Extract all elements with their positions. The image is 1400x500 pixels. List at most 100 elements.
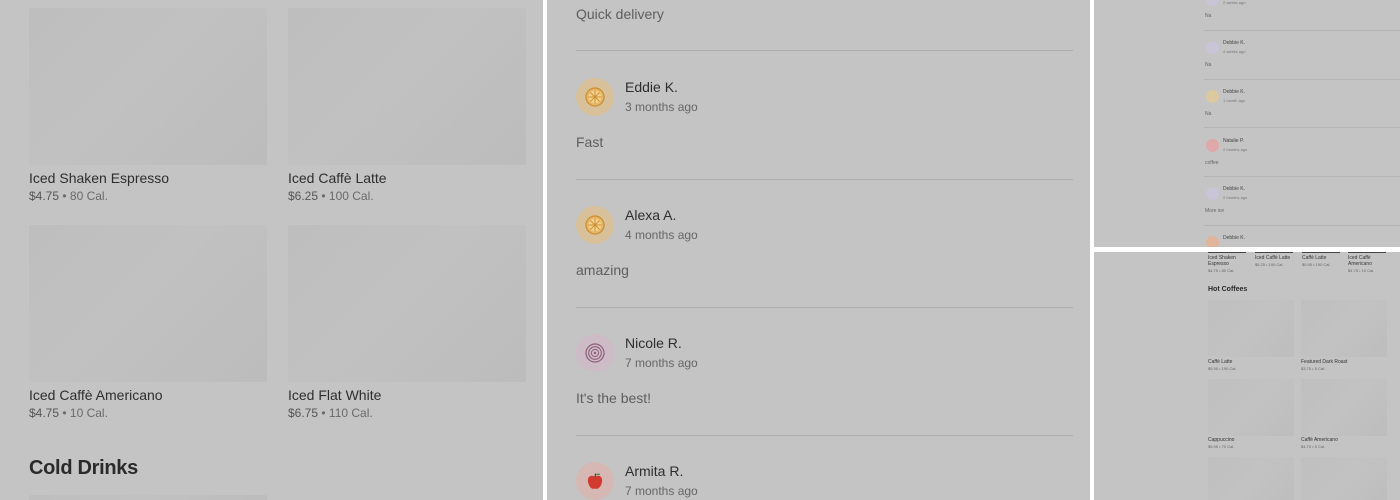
- item-meta: $5.95 • 70 Cal.: [1208, 444, 1235, 449]
- item-image[interactable]: [1301, 457, 1387, 500]
- review-text: Fast: [576, 134, 604, 150]
- reviewer-name: Natalie P.: [1223, 138, 1245, 144]
- review-text: More ice: [1205, 208, 1225, 214]
- reviewer-avatar: [576, 78, 614, 116]
- item-image-edge: [1208, 252, 1246, 253]
- reviewer-avatar: [576, 334, 614, 372]
- item-meta: $4.75 • 5 Cal.: [1301, 444, 1326, 449]
- item-image-edge: [1302, 252, 1340, 253]
- item-separator: •: [59, 189, 70, 203]
- item-meta: $6.75 • 110 Cal.: [288, 406, 373, 420]
- item-image[interactable]: [288, 225, 526, 382]
- review-text: Quick delivery: [576, 6, 664, 22]
- mini-menu-panel: Iced Shaken Espresso $4.75 • 80 Cal. Ice…: [1094, 252, 1400, 500]
- item-meta: $5.95 • 190 Cal.: [1208, 366, 1237, 371]
- apple-icon: [587, 473, 603, 489]
- reviewer-avatar: [1206, 187, 1219, 200]
- reviewer-avatar: [1206, 41, 1219, 54]
- review-text: It's the best!: [576, 390, 652, 406]
- reviewer-name: Alexa A.: [625, 207, 677, 223]
- review-time: 1 month ago: [1223, 98, 1246, 103]
- menu-panel: Iced Shaken Espresso $4.75 • 80 Cal. Ice…: [0, 0, 543, 500]
- review-divider: [576, 307, 1073, 308]
- item-price: $4.75: [29, 189, 60, 203]
- review-divider: [1204, 30, 1400, 31]
- item-image[interactable]: [288, 8, 526, 165]
- reviewer-avatar: [1206, 139, 1219, 152]
- item-price: $6.25: [288, 189, 319, 203]
- item-image-edge: [1348, 252, 1386, 253]
- reviewer-name: Debbie K.: [1223, 40, 1245, 46]
- item-calories: 10 Cal.: [69, 406, 108, 420]
- reviewer-avatar: [1206, 90, 1219, 103]
- review-time: 7 months ago: [625, 356, 698, 370]
- item-name[interactable]: Iced Shaken Espresso: [1208, 255, 1246, 267]
- section-title: Cold Drinks: [29, 457, 138, 479]
- reviewer-avatar: [1206, 0, 1219, 6]
- item-name[interactable]: Cappuccino: [1208, 437, 1234, 443]
- review-divider: [1204, 79, 1400, 80]
- review-divider: [576, 179, 1073, 180]
- item-name[interactable]: Iced Caffè Americano: [29, 387, 163, 403]
- reviewer-avatar: [576, 206, 614, 244]
- review-divider: [576, 50, 1073, 51]
- item-meta: $3.75 • 5 Cal.: [1301, 366, 1326, 371]
- orange-slice-icon: [585, 215, 605, 235]
- review-text: Na: [1205, 13, 1212, 19]
- reviewer-name: Debbie K.: [1223, 235, 1245, 241]
- item-meta: $4.75 • 10 Cal.: [1348, 268, 1375, 273]
- item-name[interactable]: Caffè Latte: [1208, 359, 1232, 365]
- item-meta: $6.25 • 100 Cal.: [1255, 262, 1284, 267]
- item-meta: $6.25 • 100 Cal.: [288, 189, 374, 203]
- item-separator: •: [59, 406, 70, 420]
- item-calories: 110 Cal.: [328, 406, 373, 420]
- item-meta: $4.75 • 80 Cal.: [29, 189, 108, 203]
- item-name[interactable]: Featured Dark Roast: [1301, 359, 1347, 365]
- item-name[interactable]: Iced Caffè Americano: [1348, 255, 1386, 267]
- item-image[interactable]: [1301, 379, 1387, 436]
- review-time: 4 months ago: [625, 228, 698, 242]
- item-meta: $4.75 • 80 Cal.: [1208, 268, 1235, 273]
- item-meta: $5.95 • 190 Cal.: [1302, 262, 1331, 267]
- orange-slice-icon: [585, 87, 605, 107]
- review-divider: [1204, 127, 1400, 128]
- reviewer-name: Nicole R.: [625, 335, 682, 351]
- item-image[interactable]: [1208, 300, 1294, 357]
- mini-reviews-panel: 2 weeks ago Na Debbie K. 4 weeks ago Na …: [1094, 0, 1400, 247]
- review-divider: [1204, 176, 1400, 177]
- item-meta: $4.75 • 10 Cal.: [29, 406, 108, 420]
- item-image[interactable]: [29, 225, 267, 382]
- review-text: Na: [1205, 111, 1212, 117]
- item-image[interactable]: [1301, 300, 1387, 357]
- reviews-panel: Quick delivery Eddie K. 3 months ago Fas…: [547, 0, 1090, 500]
- review-text: Na: [1205, 62, 1212, 68]
- review-time: 2 weeks ago: [1223, 0, 1246, 5]
- item-calories: 80 Cal.: [69, 189, 108, 203]
- item-name[interactable]: Caffè Americano: [1301, 437, 1338, 443]
- item-price: $4.75: [29, 406, 60, 420]
- item-name[interactable]: Iced Caffè Latte: [1255, 255, 1290, 261]
- review-time: 3 months ago: [625, 100, 698, 114]
- item-image[interactable]: [29, 495, 267, 500]
- item-name[interactable]: Iced Shaken Espresso: [29, 170, 169, 186]
- reviewer-name: Armita R.: [625, 463, 684, 479]
- review-time: 7 months ago: [625, 484, 698, 498]
- review-divider: [1204, 225, 1400, 226]
- review-time: 2 months ago: [1223, 195, 1248, 200]
- item-image[interactable]: [1208, 457, 1294, 500]
- item-price: $6.75: [288, 406, 319, 420]
- item-name[interactable]: Iced Flat White: [288, 387, 381, 403]
- reviewer-name: Eddie K.: [625, 79, 678, 95]
- review-divider: [576, 435, 1073, 436]
- item-name[interactable]: Caffè Latte: [1302, 255, 1326, 261]
- section-title: Hot Coffees: [1208, 286, 1248, 293]
- review-time: 2 months ago: [1223, 147, 1248, 152]
- item-calories: 100 Cal.: [328, 189, 374, 203]
- reviewer-avatar: [576, 462, 614, 500]
- item-image[interactable]: [29, 8, 267, 165]
- item-name[interactable]: Iced Caffè Latte: [288, 170, 387, 186]
- item-separator: •: [318, 406, 329, 420]
- item-image[interactable]: [1208, 379, 1294, 436]
- item-image-edge: [1255, 252, 1293, 253]
- review-text: amazing: [576, 262, 629, 278]
